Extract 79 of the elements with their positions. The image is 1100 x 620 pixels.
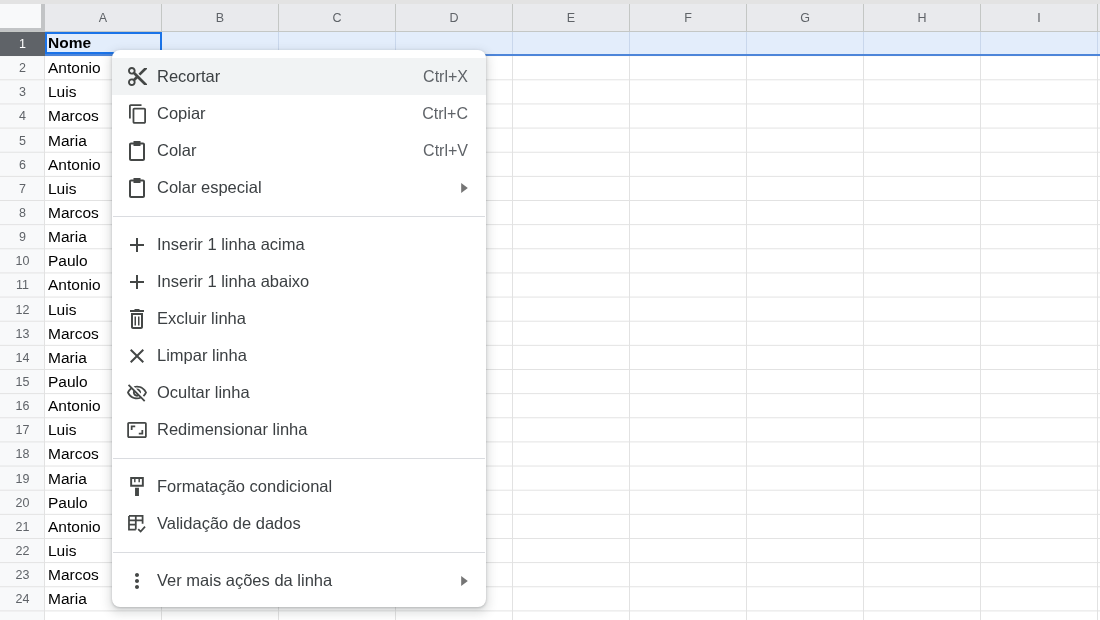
- cell-text: Maria: [48, 590, 87, 609]
- trash-icon: [130, 308, 144, 329]
- selected-cell[interactable]: Nome: [45, 32, 162, 55]
- cell-text: Marcos: [48, 566, 99, 585]
- cell-text: Maria: [48, 228, 87, 247]
- menu-item[interactable]: Inserir 1 linha abaixo: [112, 263, 486, 300]
- row-header[interactable]: 24: [0, 587, 45, 612]
- row-header[interactable]: 23: [0, 563, 45, 588]
- cell-text: Antonio: [48, 59, 101, 78]
- cell-text: Antonio: [48, 155, 101, 174]
- more-vertical-icon: [135, 572, 139, 589]
- cell-text: Paulo: [48, 373, 88, 392]
- shortcut-label: Ctrl+V: [423, 141, 468, 160]
- row-header[interactable]: 9: [0, 225, 45, 250]
- cell-text: Marcos: [48, 324, 99, 343]
- menu-item[interactable]: Formatação condicional: [112, 468, 486, 505]
- row-header[interactable]: 16: [0, 394, 45, 419]
- shortcut-label: Ctrl+C: [422, 104, 468, 123]
- menu-item[interactable]: Ocultar linha: [112, 374, 486, 411]
- row-header[interactable]: 8: [0, 201, 45, 226]
- menu-item[interactable]: Copiar Ctrl+C: [112, 95, 486, 132]
- menu-item[interactable]: Redimensionar linha: [112, 411, 486, 448]
- clipboard-icon: [129, 140, 145, 161]
- row-header[interactable]: 1: [0, 32, 45, 57]
- cell-text: Antonio: [48, 517, 101, 536]
- row-header[interactable]: 10: [0, 249, 45, 274]
- row-header[interactable]: 6: [0, 152, 45, 177]
- menu-item[interactable]: Colar Ctrl+V: [112, 132, 486, 169]
- cell-text: Marcos: [48, 445, 99, 464]
- copy-icon: [128, 103, 146, 124]
- plus-icon: [130, 237, 144, 252]
- row-header[interactable]: 11: [0, 273, 45, 298]
- menu-item[interactable]: Validação de dados: [112, 505, 486, 542]
- cell-text: Maria: [48, 348, 87, 367]
- cell-text: Marcos: [48, 107, 99, 126]
- cell-text: Maria: [48, 469, 87, 488]
- row-header[interactable]: 20: [0, 490, 45, 515]
- cell-text: Paulo: [48, 252, 88, 271]
- row-header[interactable]: 22: [0, 538, 45, 564]
- scissors-icon: [127, 67, 147, 86]
- cell-text: Maria: [48, 131, 87, 150]
- shortcut-label: Ctrl+X: [423, 67, 468, 86]
- row-header[interactable]: 5: [0, 128, 45, 153]
- cross-icon: [130, 348, 144, 363]
- menu-item[interactable]: Colar especial: [112, 169, 486, 206]
- cell-text: Paulo: [48, 493, 88, 512]
- clipboard-icon: [129, 177, 145, 198]
- row-header[interactable]: 4: [0, 104, 45, 129]
- menu-item[interactable]: Ver mais ações da linha: [112, 562, 486, 599]
- row-header[interactable]: 17: [0, 418, 45, 443]
- select-all-corner[interactable]: [0, 4, 45, 31]
- row-header[interactable]: 21: [0, 514, 45, 539]
- row-header[interactable]: 12: [0, 297, 45, 322]
- row-header[interactable]: 18: [0, 442, 45, 467]
- menu-item[interactable]: Excluir linha: [112, 300, 486, 337]
- menu-item[interactable]: Recortar Ctrl+X: [112, 58, 486, 95]
- row-header[interactable]: 14: [0, 345, 45, 370]
- plus-icon: [130, 274, 144, 289]
- cell-text: Antonio: [48, 276, 101, 295]
- table-check-icon: [128, 514, 146, 533]
- row-header[interactable]: 19: [0, 466, 45, 491]
- cell-text: Luis: [48, 421, 77, 440]
- cell-text: Luis: [48, 542, 77, 560]
- resize-icon: [127, 421, 147, 438]
- cell-text: Marcos: [48, 204, 99, 223]
- eye-slash-icon: [127, 383, 147, 402]
- menu-item[interactable]: Limpar linha: [112, 337, 486, 374]
- row-header[interactable]: 15: [0, 369, 45, 395]
- cell-text: Nome: [48, 34, 92, 53]
- row-header[interactable]: 3: [0, 80, 45, 105]
- row-header[interactable]: 13: [0, 321, 45, 346]
- cell-text: Luis: [48, 300, 77, 319]
- cell-text: Antonio: [48, 397, 101, 416]
- paint-roller-icon: [130, 477, 144, 496]
- menu-item[interactable]: Inserir 1 linha acima: [112, 226, 486, 263]
- row-header[interactable]: 7: [0, 176, 45, 201]
- cell-text: Luis: [48, 83, 77, 102]
- row-header[interactable]: 2: [0, 56, 45, 81]
- cell-text: Luis: [48, 179, 77, 198]
